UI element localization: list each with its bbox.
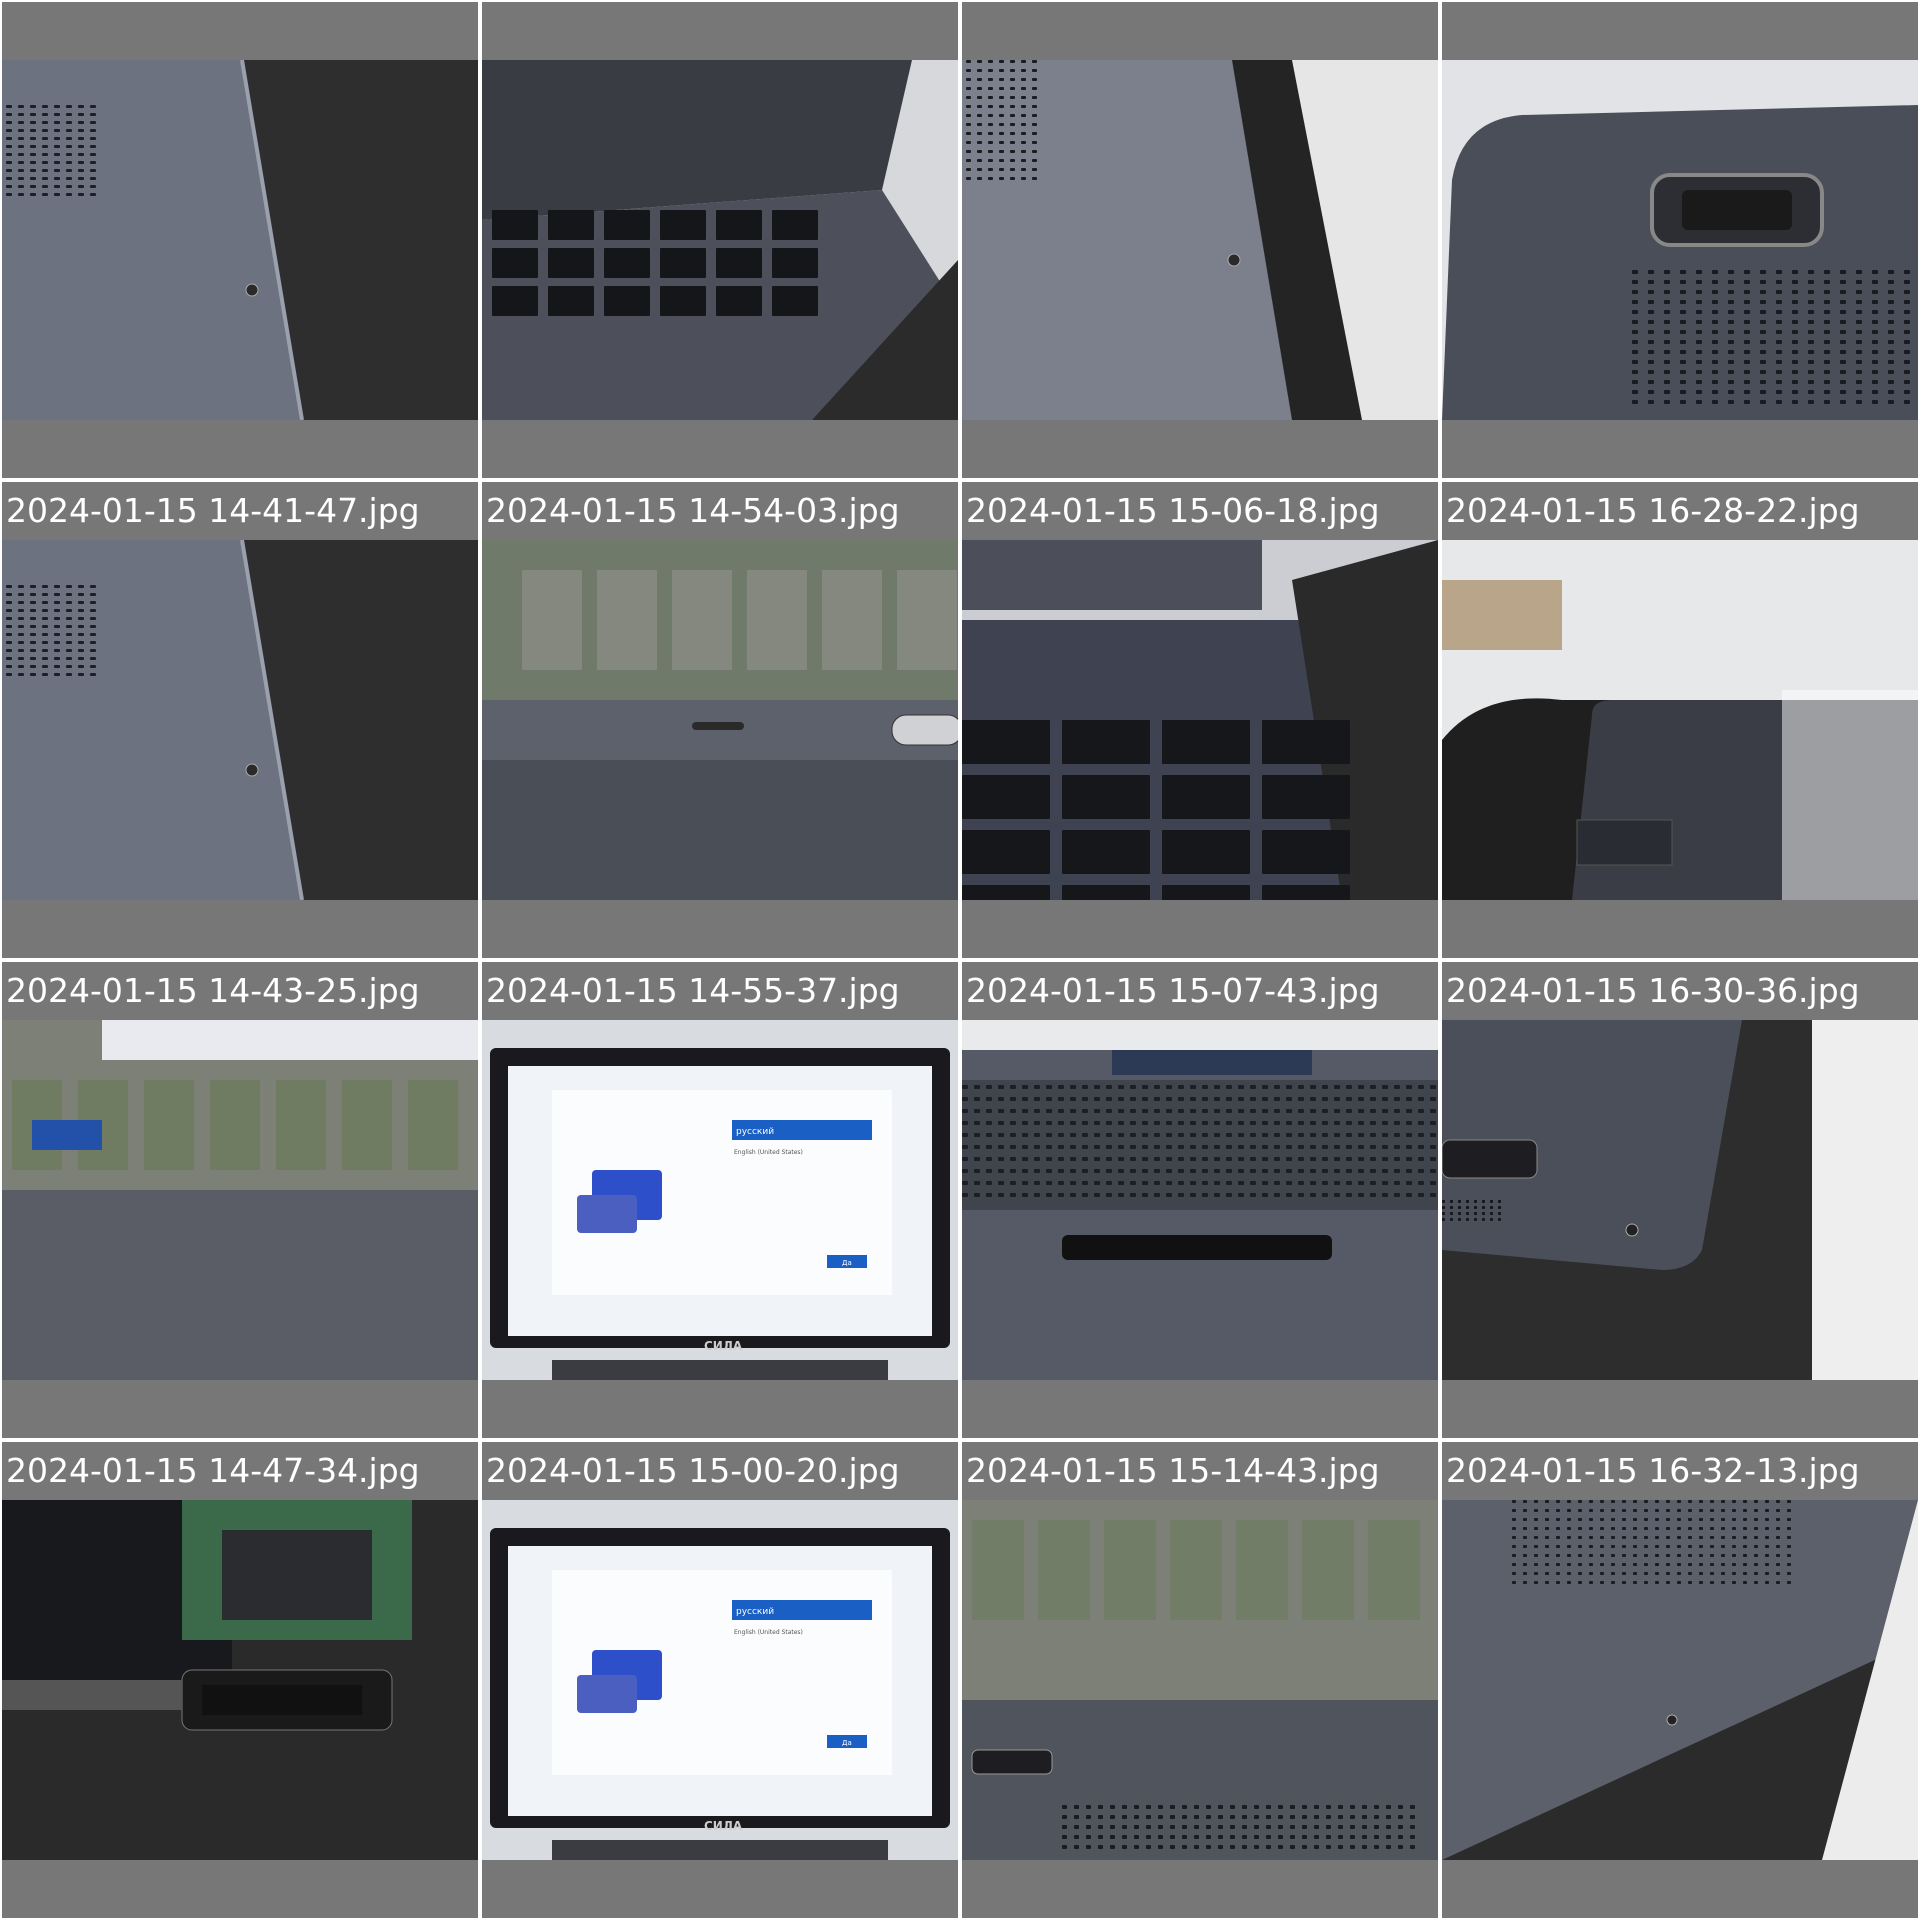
- thumbnail-image[interactable]: [1442, 540, 1918, 900]
- thumbnail-caption: [2, 2, 478, 60]
- svg-text:Да: Да: [842, 1739, 852, 1747]
- thumbnail-caption: 2024-01-15 16-28-22.jpg: [1446, 491, 1860, 530]
- thumbnail-caption: 2024-01-15 15-06-18.jpg: [966, 491, 1380, 530]
- photo-laptop-keyboard-ports: [482, 60, 958, 420]
- thumbnail-caption: 2024-01-15 14-41-47.jpg: [6, 491, 420, 530]
- thumbnail-caption: 2024-01-15 16-32-13.jpg: [1446, 1451, 1860, 1490]
- svg-text:Да: Да: [842, 1259, 852, 1267]
- photo-laptop-bottom-vents-on-foam: [2, 60, 478, 420]
- thumbnail-image[interactable]: русский English (United States) Да СИЛА: [482, 1020, 958, 1380]
- thumbnail-tile[interactable]: 2024-01-15 14-47-34.jpg: [2, 1442, 478, 1918]
- svg-text:English (United States): English (United States): [734, 1629, 803, 1636]
- photo-laptop-bottom-corner: [1442, 1020, 1918, 1380]
- thumbnail-image[interactable]: русский English (United States) Да СИЛА: [482, 1500, 958, 1860]
- thumbnail-caption: [482, 2, 958, 60]
- thumbnail-tile[interactable]: [962, 2, 1438, 478]
- thumbnail-grid: 2024-01-15 14-41-47.jpg 2024-01-15 14-54-…: [0, 0, 1920, 1920]
- thumbnail-tile[interactable]: 2024-01-15 16-30-36.jpg: [1442, 962, 1918, 1438]
- photo-laptop-bottom-open: [962, 1020, 1438, 1380]
- thumbnail-tile[interactable]: 2024-01-15 15-14-43.jpg: [962, 1442, 1438, 1918]
- thumbnail-image[interactable]: [962, 60, 1438, 420]
- thumbnail-tile[interactable]: 2024-01-15 15-07-43.jpg: [962, 962, 1438, 1438]
- thumbnail-tile[interactable]: 2024-01-15 16-28-22.jpg: [1442, 482, 1918, 958]
- thumbnail-caption: 2024-01-15 15-00-20.jpg: [486, 1451, 900, 1490]
- thumbnail-image[interactable]: [1442, 1020, 1918, 1380]
- thumbnail-tile[interactable]: 2024-01-15 16-32-13.jpg: [1442, 1442, 1918, 1918]
- thumbnail-image[interactable]: [482, 60, 958, 420]
- thumbnail-image[interactable]: [1442, 60, 1918, 420]
- thumbnail-tile[interactable]: 2024-01-15 15-06-18.jpg: [962, 482, 1438, 958]
- thumbnail-image[interactable]: [962, 1020, 1438, 1380]
- photo-laptop-internals-battery: [2, 1500, 478, 1860]
- thumbnail-tile[interactable]: 2024-01-15 14-54-03.jpg: [482, 482, 958, 958]
- thumbnail-image[interactable]: [2, 1020, 478, 1380]
- thumbnail-caption: 2024-01-15 14-55-37.jpg: [486, 971, 900, 1010]
- photo-laptop-bottom-vents-diagonal: [1442, 1500, 1918, 1860]
- thumbnail-image[interactable]: [482, 540, 958, 900]
- thumbnail-image[interactable]: [962, 540, 1438, 900]
- thumbnail-tile[interactable]: 2024-01-15 14-55-37.jpg русский English (U…: [482, 962, 958, 1438]
- thumbnail-image[interactable]: [1442, 1500, 1918, 1860]
- photo-laptop-corner-hand: [1442, 540, 1918, 900]
- thumbnail-caption: 2024-01-15 14-54-03.jpg: [486, 491, 900, 530]
- thumbnail-caption: [1442, 2, 1918, 60]
- thumbnail-tile[interactable]: [2, 2, 478, 478]
- thumbnail-tile[interactable]: 2024-01-15 14-41-47.jpg: [2, 482, 478, 958]
- thumbnail-caption: 2024-01-15 14-43-25.jpg: [6, 971, 420, 1010]
- thumbnail-tile[interactable]: [1442, 2, 1918, 478]
- svg-text:СИЛА: СИЛА: [704, 1819, 743, 1833]
- photo-laptop-bottom-vents-on-foam: [2, 540, 478, 900]
- thumbnail-tile[interactable]: 2024-01-15 15-00-20.jpg русский English (U…: [482, 1442, 958, 1918]
- photo-laptop-lid-edge: [2, 1020, 478, 1380]
- thumbnail-image[interactable]: [2, 540, 478, 900]
- thumbnail-image[interactable]: [962, 1500, 1438, 1860]
- thumbnail-image[interactable]: [2, 1500, 478, 1860]
- thumbnail-image[interactable]: [2, 60, 478, 420]
- svg-text:English (United States): English (United States): [734, 1149, 803, 1156]
- svg-text:СИЛА: СИЛА: [704, 1339, 743, 1353]
- photo-laptop-bottom-vents-edge: [962, 60, 1438, 420]
- thumbnail-tile[interactable]: 2024-01-15 14-43-25.jpg: [2, 962, 478, 1438]
- photo-laptop-bottom-speaker: [1442, 60, 1918, 420]
- thumbnail-caption: 2024-01-15 15-14-43.jpg: [966, 1451, 1380, 1490]
- thumbnail-caption: [962, 2, 1438, 60]
- photo-laptop-front-edge: [482, 540, 958, 900]
- photo-laptop-setup-screen: русский English (United States) Да СИЛА: [482, 1020, 958, 1380]
- svg-text:русский: русский: [736, 1607, 774, 1617]
- thumbnail-caption: 2024-01-15 14-47-34.jpg: [6, 1451, 420, 1490]
- thumbnail-caption: 2024-01-15 16-30-36.jpg: [1446, 971, 1860, 1010]
- svg-text:русский: русский: [736, 1127, 774, 1137]
- photo-laptop-keyboard-closeup: [962, 540, 1438, 900]
- photo-laptop-setup-screen: русский English (United States) Да СИЛА: [482, 1500, 958, 1860]
- thumbnail-caption: 2024-01-15 15-07-43.jpg: [966, 971, 1380, 1010]
- thumbnail-tile[interactable]: [482, 2, 958, 478]
- photo-laptop-bottom-lab: [962, 1500, 1438, 1860]
